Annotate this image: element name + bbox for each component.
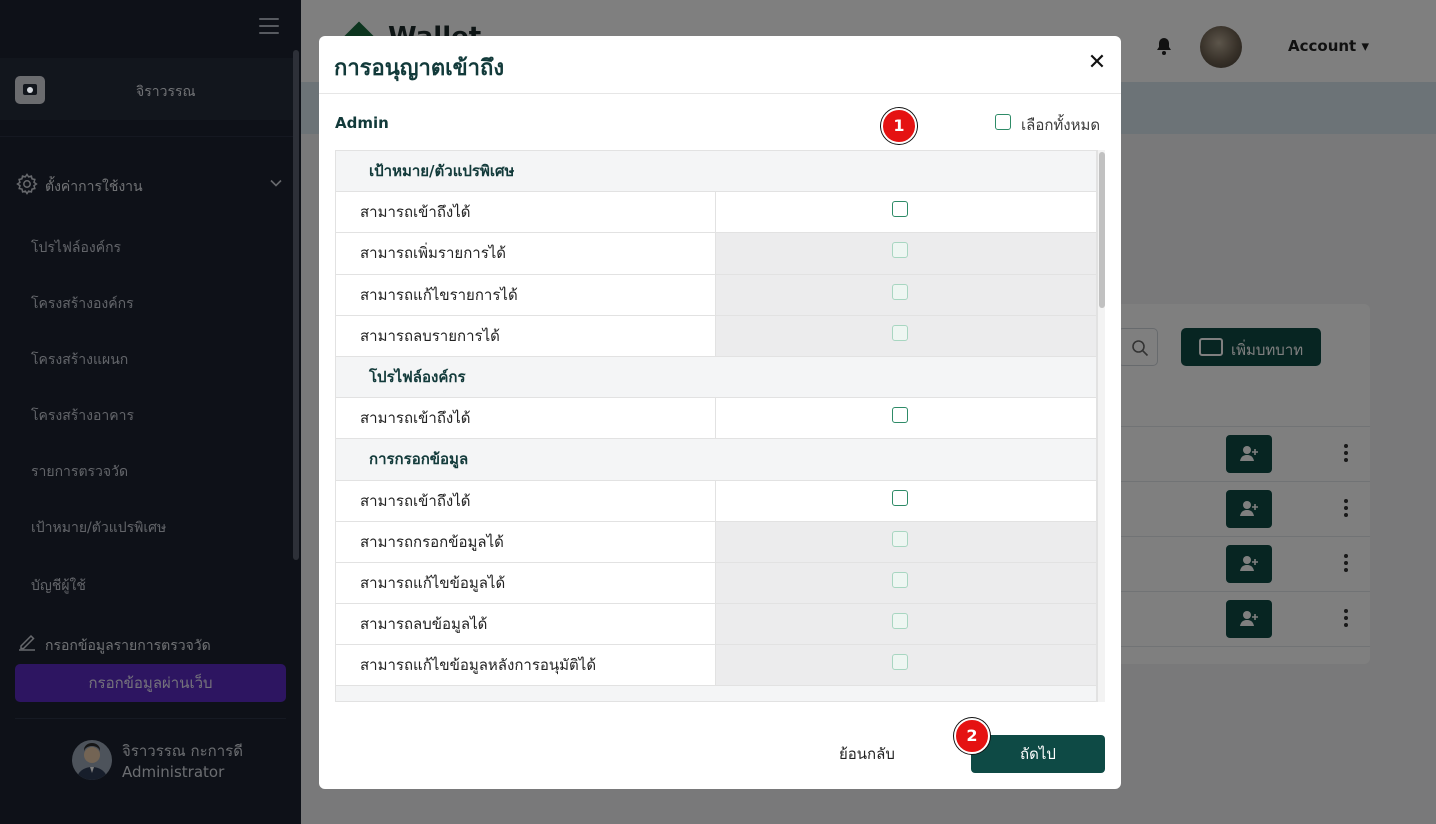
permission-cell <box>716 398 1096 438</box>
permission-table: เป้าหมาย/ตัวแปรพิเศษ สามารถเข้าถึงได้ สา… <box>335 150 1097 702</box>
permission-label: สามารถกรอกข้อมูลได้ <box>336 521 716 562</box>
section-title: การกรอกข้อมูล <box>369 450 469 469</box>
permission-checkbox <box>892 530 908 547</box>
permission-cell <box>716 233 1096 274</box>
permission-cell <box>716 521 1096 562</box>
permission-label: สามารถแก้ไขรายการได้ <box>336 274 716 315</box>
select-all-label: เลือกทั้งหมด <box>1021 116 1101 134</box>
permission-checkbox <box>892 324 908 341</box>
permission-checkbox <box>892 654 908 671</box>
permission-cell <box>716 481 1096 521</box>
permission-checkbox <box>892 571 908 588</box>
permission-checkbox[interactable] <box>892 407 908 424</box>
table-row: สามารถเข้าถึงได้ <box>336 398 1096 440</box>
permission-checkbox[interactable] <box>892 489 908 506</box>
table-row: สามารถแก้ไขรายการได้ <box>336 274 1096 316</box>
permission-label: สามารถเข้าถึงได้ <box>336 480 716 521</box>
table-row: สามารถเพิ่มรายการได้ <box>336 233 1096 275</box>
permission-label: สามารถเข้าถึงได้ <box>336 398 716 439</box>
step-badge-1: 1 <box>881 108 917 144</box>
close-icon[interactable]: ✕ <box>1085 51 1109 75</box>
section-header: เป้าหมาย/ตัวแปรพิเศษ <box>336 151 1096 193</box>
permission-cell <box>716 315 1096 356</box>
permission-checkbox <box>892 242 908 259</box>
permission-cell <box>716 645 1096 686</box>
next-button[interactable]: ถัดไป <box>971 735 1105 773</box>
step-badge-2: 2 <box>954 718 990 754</box>
table-row: สามารถลบรายการได้ <box>336 315 1096 357</box>
table-row: สามารถเข้าถึงได้ <box>336 192 1096 234</box>
table-scrollbar[interactable] <box>1097 150 1105 702</box>
permission-cell <box>716 562 1096 604</box>
permission-checkbox[interactable] <box>892 201 908 218</box>
section-title: เป้าหมาย/ตัวแปรพิเศษ <box>369 162 515 180</box>
permission-label: สามารถลบรายการได้ <box>336 315 716 356</box>
permission-label: สามารถแก้ไขข้อมูลหลังการอนุมัติได้ <box>336 645 716 686</box>
permission-checkbox <box>892 613 908 630</box>
role-name: Admin <box>335 114 389 132</box>
back-button[interactable]: ย้อนกลับ <box>839 742 895 766</box>
permission-label: สามารถลบข้อมูลได้ <box>336 604 716 645</box>
select-all-checkbox[interactable]: เลือกทั้งหมด <box>995 112 1105 134</box>
permission-checkbox <box>892 283 908 300</box>
permission-modal: การอนุญาตเข้าถึง ✕ Admin 1 เลือกทั้งหมด … <box>319 36 1121 789</box>
permission-label: สามารถเพิ่มรายการได้ <box>336 233 716 274</box>
permission-cell <box>716 192 1096 232</box>
section-header: โปรไฟล์องค์กร <box>336 356 1096 399</box>
permission-cell <box>716 274 1096 315</box>
table-row: สามารถแก้ไขข้อมูลหลังการอนุมัติได้ <box>336 645 1096 687</box>
table-row: สามารถแก้ไขข้อมูลได้ <box>336 562 1096 605</box>
permission-label: สามารถแก้ไขข้อมูลได้ <box>336 562 716 604</box>
section-title: โปรไฟล์องค์กร <box>369 367 466 386</box>
table-row: สามารถเข้าถึงได้ <box>336 480 1096 522</box>
modal-divider <box>319 93 1121 94</box>
section-header: การกรอกข้อมูล <box>336 439 1096 481</box>
modal-title: การอนุญาตเข้าถึง <box>334 56 505 81</box>
checkbox[interactable] <box>995 114 1011 130</box>
permission-cell <box>716 604 1096 645</box>
table-row: สามารถกรอกข้อมูลได้ <box>336 521 1096 563</box>
scroll-thumb[interactable] <box>1099 152 1105 308</box>
permission-label: สามารถเข้าถึงได้ <box>336 192 716 233</box>
table-row: สามารถลบข้อมูลได้ <box>336 604 1096 646</box>
section-header <box>336 686 1096 701</box>
